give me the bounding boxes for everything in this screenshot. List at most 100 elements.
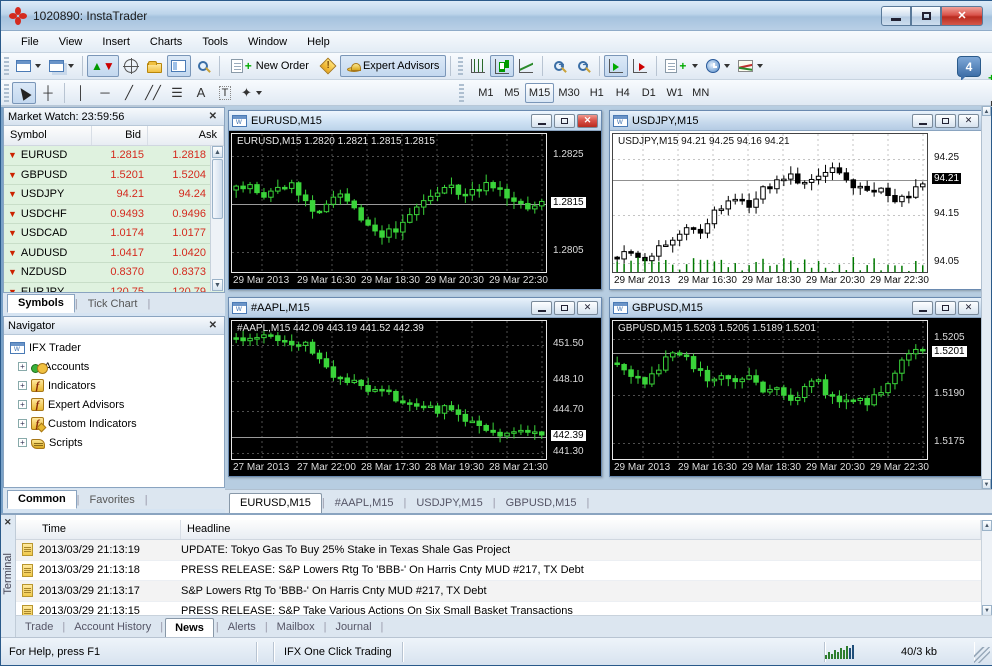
chart-window-titlebar[interactable]: #AAPL,M15 ✕ [229, 298, 601, 318]
horizontal-line-button[interactable]: ─ [93, 82, 117, 104]
text-label-button[interactable]: T [213, 82, 237, 104]
time-axis[interactable]: 27 Mar 2013 27 Mar 22:00 28 Mar 17:30 28 Ma… [231, 461, 549, 475]
workspace-scrollbar[interactable]: ▲ ▼ [981, 106, 991, 489]
timeframe-button-h4[interactable]: H4 [610, 83, 636, 103]
title-bar[interactable]: 1020890: InstaTrader ✕ [1, 1, 992, 31]
chart-tab--aapl-m15[interactable]: #AAPL,M15 [325, 494, 404, 513]
timeframe-button-mn[interactable]: MN [688, 83, 714, 103]
market-watch-row-nzdusd[interactable]: ▼ NZDUSD 0.8370 0.8373 [4, 263, 224, 283]
close-icon[interactable]: ✕ [206, 320, 220, 331]
chevron-down-icon[interactable] [35, 64, 41, 68]
toolbar-grip[interactable] [458, 57, 464, 75]
bar-chart-button[interactable] [466, 55, 490, 77]
maximize-button[interactable] [911, 5, 941, 26]
zoom-in-button[interactable]: + [547, 55, 571, 77]
chart-window-titlebar[interactable]: EURUSD,M15 ✕ [229, 111, 601, 131]
close-icon[interactable]: ✕ [4, 517, 12, 528]
column-headline[interactable]: Headline [181, 520, 981, 539]
terminal-tab-news[interactable]: News [165, 618, 214, 638]
chart-close-button[interactable]: ✕ [958, 300, 979, 315]
chart-minimize-button[interactable] [531, 300, 552, 315]
chart-tab-gbpusd-m15[interactable]: GBPUSD,M15 [496, 494, 587, 513]
market-watch-row-usdjpy[interactable]: ▼ USDJPY 94.21 94.24 [4, 185, 224, 205]
toolbar-grip[interactable] [4, 83, 9, 102]
market-watch-row-eurjpy[interactable]: ▼ EURJPY 120.75 120.79 [4, 282, 224, 292]
data-window-button[interactable] [119, 55, 143, 77]
navigator-toggle-button[interactable] [166, 55, 191, 77]
candlestick-chart-button[interactable] [490, 55, 515, 77]
toolbar-grip[interactable] [458, 83, 464, 102]
channel-button[interactable]: ╱╱E [141, 82, 992, 109]
terminal-tab-account-history[interactable]: Account History [65, 618, 160, 637]
timeframe-button-m5[interactable]: M5 [499, 83, 525, 103]
market-watch-row-gbpusd[interactable]: ▼ GBPUSD 1.5201 1.5204 [4, 165, 224, 185]
profiles-button[interactable] [45, 55, 78, 77]
tab-symbols[interactable]: Symbols [7, 294, 75, 313]
terminal-tab-journal[interactable]: Journal [326, 618, 380, 637]
chart-tab-eurusd-m15[interactable]: EURUSD,M15 [229, 493, 322, 513]
metaquotes-alert-button[interactable]: ! [316, 55, 340, 77]
chevron-down-icon[interactable] [757, 64, 764, 68]
news-row[interactable]: 2013/03/29 21:13:15 PRESS RELEASE: S&P Ta… [16, 602, 981, 616]
menu-item-help[interactable]: Help [297, 33, 340, 51]
templates-button[interactable] [734, 55, 767, 77]
auto-scroll-button[interactable] [604, 55, 629, 77]
chart-restore-button[interactable] [554, 300, 575, 315]
column-ask[interactable]: Ask [148, 126, 224, 145]
timeframe-button-d1[interactable]: D1 [636, 83, 662, 103]
price-scale[interactable]: 1.2825 1.2815 1.2805 [549, 133, 601, 275]
market-watch-row-eurusd[interactable]: ▼ EURUSD 1.2815 1.2818 [4, 146, 224, 166]
price-scale[interactable]: 94.25 94.21 94.15 94.05 [930, 133, 982, 275]
news-row[interactable]: 2013/03/29 21:13:18 PRESS RELEASE: S&P Lo… [16, 561, 981, 581]
chart-minimize-button[interactable] [531, 113, 552, 128]
line-chart-button[interactable] [514, 55, 538, 77]
chart-area[interactable]: EURUSD,M15 1.2820 1.2821 1.2815 1.2815 1.… [229, 131, 601, 289]
chart-window-gbpusd[interactable]: GBPUSD,M15 ✕ GBPUSD,M15 1.5203 1.5205 1.51… [609, 297, 983, 477]
market-watch-scrollbar[interactable]: ▲ ▼ [210, 146, 224, 291]
chart-minimize-button[interactable] [912, 300, 933, 315]
zoom-out-button[interactable]: − [571, 55, 595, 77]
market-watch-toggle-button[interactable]: ▲▼ [87, 55, 119, 77]
chart-close-button[interactable]: ✕ [577, 300, 598, 315]
tab-tick-chart[interactable]: Tick Chart [78, 296, 148, 313]
market-watch-row-audusd[interactable]: ▼ AUDUSD 1.0417 1.0420 [4, 243, 224, 263]
chart-minimize-button[interactable] [912, 113, 933, 128]
terminal-tab-trade[interactable]: Trade [16, 618, 62, 637]
text-tool-button[interactable]: A [189, 82, 213, 104]
indicators-button[interactable]: + [661, 55, 702, 77]
time-axis[interactable]: 29 Mar 2013 29 Mar 16:30 29 Mar 18:30 29 Ma… [612, 461, 930, 475]
price-scale[interactable]: 1.5205 1.5201 1.5190 1.5175 [930, 320, 982, 462]
menu-item-window[interactable]: Window [238, 33, 297, 51]
navigator-root[interactable]: IFX Trader [8, 338, 224, 357]
timeframe-button-h1[interactable]: H1 [584, 83, 610, 103]
market-watch-row-usdcad[interactable]: ▼ USDCAD 1.0174 1.0177 [4, 224, 224, 244]
menu-item-tools[interactable]: Tools [192, 33, 238, 51]
time-axis[interactable]: 29 Mar 2013 29 Mar 16:30 29 Mar 18:30 29 Ma… [231, 274, 549, 288]
notification-badge[interactable]: 4 [957, 56, 981, 81]
close-icon[interactable]: ✕ [206, 111, 220, 122]
chevron-down-icon[interactable] [255, 90, 262, 95]
menu-item-charts[interactable]: Charts [140, 33, 192, 51]
column-time[interactable]: Time [16, 520, 181, 539]
navigator-item-indicators[interactable]: + f Indicators [8, 376, 224, 395]
timeframe-button-m15[interactable]: M15 [524, 82, 555, 103]
new-order-button[interactable]: + New Order [224, 55, 316, 77]
close-button[interactable]: ✕ [941, 5, 983, 26]
chart-shift-button[interactable] [628, 55, 652, 77]
cursor-tool-button[interactable] [12, 81, 36, 104]
market-watch-row-usdchf[interactable]: ▼ USDCHF 0.9493 0.9496 [4, 204, 224, 224]
candlestick-plot[interactable] [612, 133, 928, 273]
expand-icon[interactable]: + [18, 400, 27, 409]
tab-common[interactable]: Common [7, 490, 77, 509]
terminal-scrollbar[interactable]: ▲ ▼ [981, 520, 992, 616]
expand-icon[interactable]: + [18, 362, 27, 371]
crosshair-tool-button[interactable]: ┼ [36, 82, 60, 104]
status-one-click-trading[interactable]: IFX One Click Trading [274, 641, 403, 662]
new-chart-button[interactable]: + [12, 55, 992, 84]
timeframe-button-w1[interactable]: W1 [662, 83, 688, 103]
vertical-line-button[interactable]: │ [69, 82, 93, 104]
candlestick-plot[interactable] [231, 133, 547, 273]
news-row[interactable]: 2013/03/29 21:13:17 S&P Lowers Rtg To 'BB… [16, 581, 981, 602]
column-bid[interactable]: Bid [92, 126, 148, 145]
fibonacci-button[interactable]: ☰F [165, 82, 992, 109]
